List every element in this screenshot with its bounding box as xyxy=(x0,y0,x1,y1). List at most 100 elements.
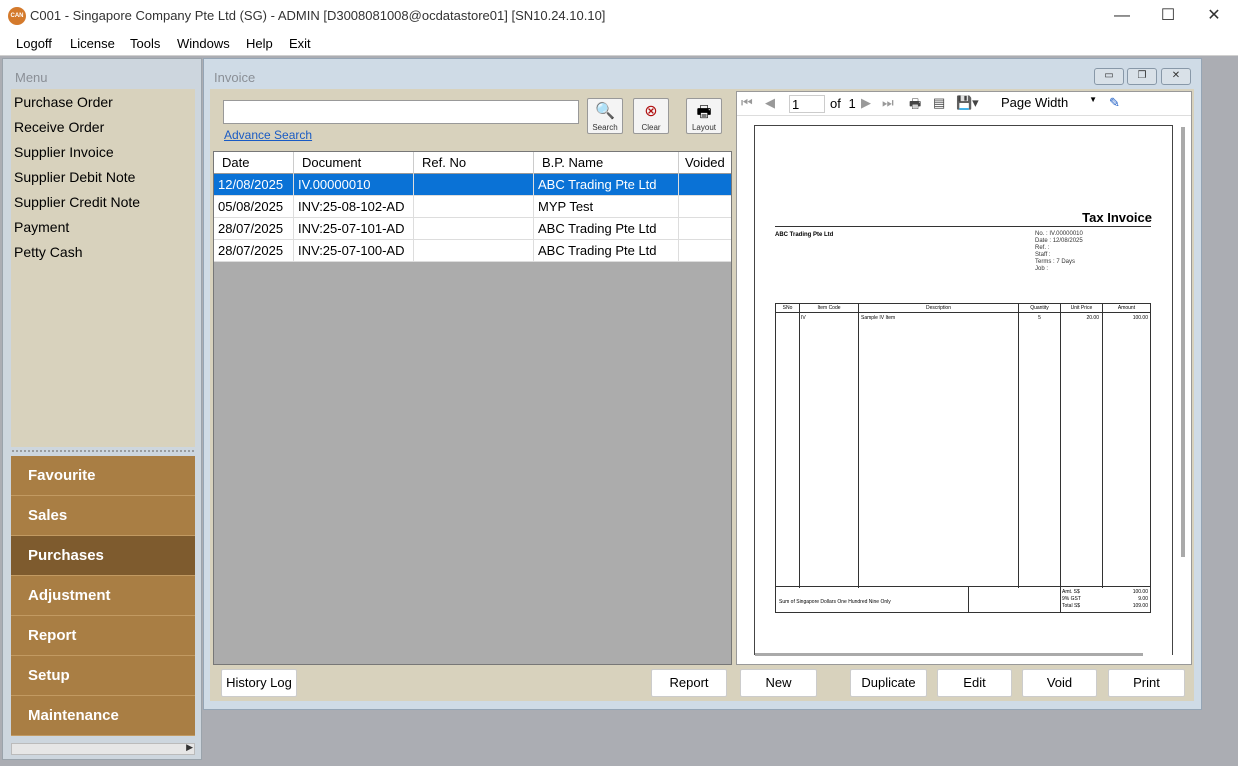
meta-staff: Staff : xyxy=(1035,252,1051,258)
menu-license[interactable]: License xyxy=(70,36,115,51)
window-title: C001 - Singapore Company Pte Ltd (SG) - … xyxy=(30,8,606,23)
invoice-document: Tax Invoice ABC Trading Pte Ltd No. : IV… xyxy=(754,125,1173,655)
report-button[interactable]: Report xyxy=(651,669,727,697)
preview-horizontal-scrollbar[interactable] xyxy=(755,653,1143,656)
meta-label: Terms xyxy=(1035,259,1052,265)
meta-job: Job : xyxy=(1035,266,1048,272)
total-label-total: Total S$ xyxy=(1062,603,1081,609)
first-page-icon[interactable]: ⏮ xyxy=(741,95,753,111)
close-icon[interactable]: ✕ xyxy=(1191,4,1237,28)
magnifier-icon: 🔍 xyxy=(595,103,615,120)
previous-page-icon[interactable]: ◀ xyxy=(765,95,775,111)
menu-item-supplier-invoice[interactable]: Supplier Invoice xyxy=(14,144,114,160)
nav-favourite[interactable]: Favourite xyxy=(11,456,195,496)
meta-value: : 12/08/2025 xyxy=(1049,238,1083,244)
preview-toolbar: ⏮ ◀ of 1 ▶ ⏭ 🖶 ▤ 💾▾ Page Width ▼ ✎ xyxy=(737,92,1191,116)
menu-windows[interactable]: Windows xyxy=(177,36,230,51)
left-menu-panel: Menu Purchase Order Receive Order Suppli… xyxy=(2,58,202,760)
menu-logoff[interactable]: Logoff xyxy=(16,36,52,51)
history-log-button[interactable]: History Log xyxy=(221,669,297,697)
menu-heading: Menu xyxy=(15,70,48,85)
window-restore-icon[interactable]: ❐ xyxy=(1127,68,1157,85)
col-unit-price: Unit Price 20.00 xyxy=(1061,304,1103,588)
duplicate-button[interactable]: Duplicate xyxy=(850,669,927,697)
clear-button[interactable]: ⊗ Clear xyxy=(633,98,669,134)
table-row[interactable]: 28/07/2025 INV:25-07-101-AD ABC Trading … xyxy=(214,218,731,240)
print-icon[interactable]: 🖶 xyxy=(909,95,921,117)
header-description: Description xyxy=(925,305,951,311)
window-minimize-icon[interactable]: ▭ xyxy=(1094,68,1124,85)
next-page-icon[interactable]: ▶ xyxy=(861,95,871,111)
menu-exit[interactable]: Exit xyxy=(289,36,311,51)
cell-bp-name: ABC Trading Pte Ltd xyxy=(534,240,679,262)
menu-help[interactable]: Help xyxy=(246,36,273,51)
meta-no: No. : IV.00000010 xyxy=(1035,231,1083,237)
page-setup-icon[interactable]: ▤ xyxy=(933,95,945,111)
col-description: Description Sample IV Item xyxy=(859,304,1019,588)
col-amount: Amount 100.00 xyxy=(1103,304,1150,588)
layout-button[interactable]: 🖶 Layout xyxy=(686,98,722,134)
header-sno: SNo xyxy=(782,305,793,311)
column-header-voided[interactable]: Voided xyxy=(679,152,731,174)
edit-button[interactable]: Edit xyxy=(937,669,1012,697)
page-of-label: of xyxy=(830,96,841,111)
nav-setup[interactable]: Setup xyxy=(11,656,195,696)
panel-splitter[interactable] xyxy=(11,449,195,454)
minimize-icon[interactable]: — xyxy=(1099,4,1145,28)
cell-document: INV:25-07-100-AD xyxy=(294,240,414,262)
scroll-right-icon[interactable]: ▶ xyxy=(186,742,193,753)
menu-item-supplier-credit-note[interactable]: Supplier Credit Note xyxy=(14,194,140,210)
menu-item-receive-order[interactable]: Receive Order xyxy=(14,119,104,135)
value-quantity: 5 xyxy=(1038,315,1041,321)
total-value-total: 109.00 xyxy=(1132,603,1148,609)
cell-document: IV.00000010 xyxy=(294,174,414,196)
export-icon[interactable]: 💾▾ xyxy=(956,95,979,111)
divider xyxy=(775,226,1151,227)
menu-item-supplier-debit-note[interactable]: Supplier Debit Note xyxy=(14,169,135,185)
meta-ref: Ref. : xyxy=(1035,245,1049,251)
advance-search-link[interactable]: Advance Search xyxy=(224,128,312,142)
meta-value: : IV.00000010 xyxy=(1046,231,1083,237)
column-header-bp-name[interactable]: B.P. Name xyxy=(534,152,679,174)
search-button-label: Search xyxy=(592,123,618,132)
cell-bp-name: ABC Trading Pte Ltd xyxy=(534,218,679,240)
search-input[interactable] xyxy=(223,100,579,124)
col-quantity: Quantity 5 xyxy=(1019,304,1061,588)
page-number-input[interactable] xyxy=(789,95,825,113)
print-button[interactable]: Print xyxy=(1108,669,1185,697)
nav-purchases[interactable]: Purchases xyxy=(11,536,195,576)
edit-layout-icon[interactable]: ✎ xyxy=(1109,95,1120,111)
value-item-code: IV xyxy=(801,315,806,321)
left-panel-scrollbar[interactable]: ▶ xyxy=(11,742,195,755)
column-header-document[interactable]: Document xyxy=(294,152,414,174)
menu-item-petty-cash[interactable]: Petty Cash xyxy=(14,244,82,260)
menu-item-purchase-order[interactable]: Purchase Order xyxy=(14,94,113,110)
void-button[interactable]: Void xyxy=(1022,669,1097,697)
nav-maintenance[interactable]: Maintenance xyxy=(11,696,195,736)
menu-tools[interactable]: Tools xyxy=(130,36,160,51)
preview-vertical-scrollbar[interactable] xyxy=(1181,127,1185,557)
divider xyxy=(1060,587,1061,613)
last-page-icon[interactable]: ⏭ xyxy=(882,95,894,111)
zoom-select[interactable]: Page Width ▼ xyxy=(999,95,1099,113)
column-header-ref-no[interactable]: Ref. No xyxy=(414,152,534,174)
table-row[interactable]: 28/07/2025 INV:25-07-100-AD ABC Trading … xyxy=(214,240,731,262)
menu-item-payment[interactable]: Payment xyxy=(14,219,69,235)
column-header-date[interactable]: Date xyxy=(214,152,294,174)
totals-footer: Sum of Singapore Dollars One Hundred Nin… xyxy=(775,587,1151,613)
table-row[interactable]: 12/08/2025 IV.00000010 ABC Trading Pte L… xyxy=(214,174,731,196)
table-row[interactable]: 05/08/2025 INV:25-08-102-AD MYP Test xyxy=(214,196,731,218)
nav-adjustment[interactable]: Adjustment xyxy=(11,576,195,616)
invoice-content: Advance Search 🔍 Search ⊗ Clear 🖶 Layout… xyxy=(210,89,1194,701)
nav-report[interactable]: Report xyxy=(11,616,195,656)
search-button[interactable]: 🔍 Search xyxy=(587,98,623,134)
cell-bp-name: MYP Test xyxy=(534,196,679,218)
window-close-icon[interactable]: ✕ xyxy=(1161,68,1191,85)
meta-terms: Terms : 7 Days xyxy=(1035,259,1075,265)
cell-document: INV:25-07-101-AD xyxy=(294,218,414,240)
cell-date: 12/08/2025 xyxy=(214,174,294,196)
value-amount: 100.00 xyxy=(1132,315,1148,321)
new-button[interactable]: New xyxy=(740,669,817,697)
maximize-icon[interactable]: ☐ xyxy=(1145,4,1191,28)
nav-sales[interactable]: Sales xyxy=(11,496,195,536)
